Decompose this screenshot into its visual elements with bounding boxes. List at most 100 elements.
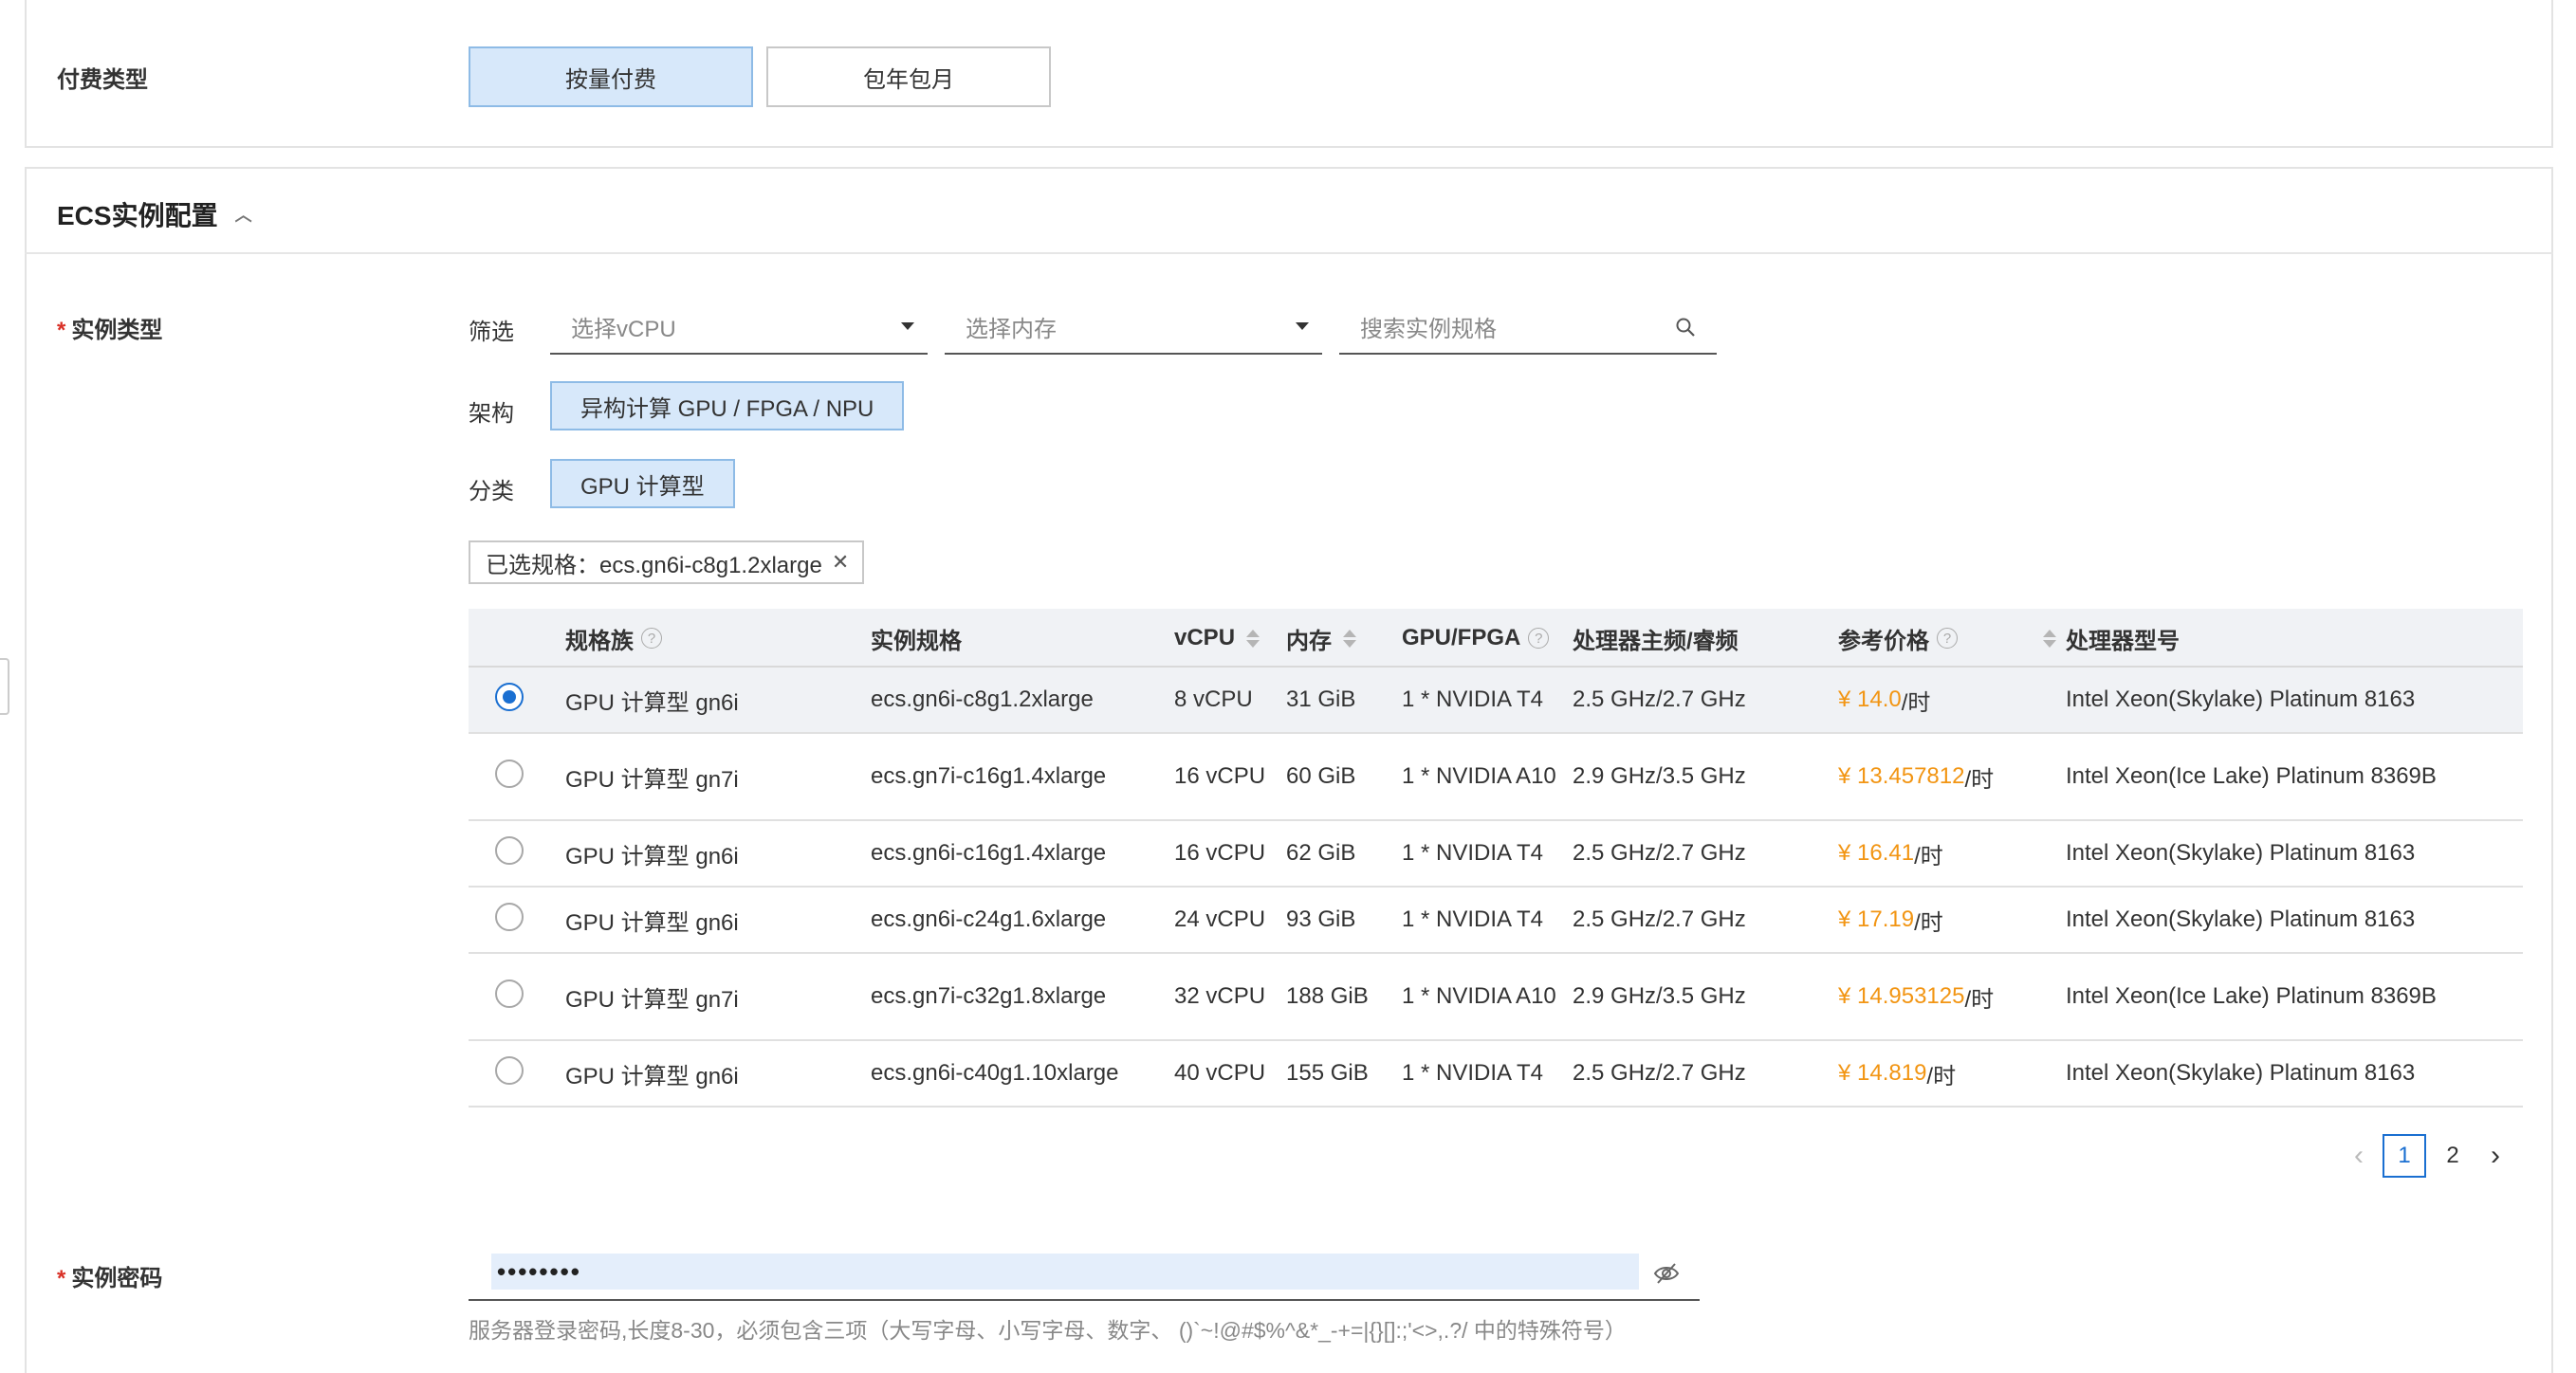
arch-label: 架构 xyxy=(469,401,514,427)
col-spec: 实例规格 xyxy=(871,628,962,654)
page-1-button[interactable]: 1 xyxy=(2383,1134,2426,1178)
col-family-label: 规格族 xyxy=(565,628,634,654)
cell-cpu-model: Intel Xeon(Skylake) Platinum 8163 xyxy=(2066,686,2416,712)
col-price[interactable]: 参考价格? xyxy=(1838,609,2056,668)
price-value: ¥ 17.19 xyxy=(1838,906,1915,932)
password-value[interactable]: •••••••• xyxy=(491,1254,1639,1290)
cell-family: GPU 计算型 gn6i xyxy=(565,909,739,936)
col-vcpu-label: vCPU xyxy=(1174,625,1236,650)
table-row[interactable]: GPU 计算型 gn6i ecs.gn6i-c40g1.10xlarge 40 vC… xyxy=(469,1041,2523,1108)
cell-price: ¥ 16.41/时 xyxy=(1838,821,1943,886)
payment-panel xyxy=(25,0,2553,148)
eye-off-icon[interactable] xyxy=(1652,1259,1681,1288)
help-icon[interactable]: ? xyxy=(1937,628,1958,649)
col-gpu: GPU/FPGA? xyxy=(1402,609,1550,668)
cell-cpu-model: Intel Xeon(Skylake) Platinum 8163 xyxy=(2066,906,2416,932)
category-label: 分类 xyxy=(469,479,514,504)
cell-price: ¥ 14.0/时 xyxy=(1838,668,1930,732)
instance-type-label: * 实例类型 xyxy=(57,311,162,344)
cell-freq: 2.5 GHz/2.7 GHz xyxy=(1573,686,1746,712)
cell-spec: ecs.gn6i-c40g1.10xlarge xyxy=(871,1060,1119,1086)
cell-vcpu: 8 vCPU xyxy=(1174,686,1253,712)
sort-icon[interactable] xyxy=(1343,629,1356,648)
required-mark: * xyxy=(57,318,66,343)
next-page-button[interactable]: › xyxy=(2479,1134,2512,1178)
col-vcpu[interactable]: vCPU xyxy=(1174,609,1260,668)
sort-icon[interactable] xyxy=(1246,629,1260,648)
arch-option-heterogeneous[interactable]: 异构计算 GPU / FPGA / NPU xyxy=(550,381,905,430)
cell-family: GPU 计算型 gn7i xyxy=(565,766,739,793)
cell-spec: ecs.gn7i-c32g1.8xlarge xyxy=(871,983,1107,1009)
ecs-section-header[interactable]: ECS实例配置 ︿ xyxy=(57,195,252,233)
price-unit: /时 xyxy=(1926,1063,1957,1089)
cell-vcpu: 16 vCPU xyxy=(1174,840,1266,866)
row-radio[interactable] xyxy=(495,836,524,865)
price-unit: /时 xyxy=(1964,766,1995,793)
required-mark: * xyxy=(57,1266,66,1291)
pay-as-you-go-button[interactable]: 按量付费 xyxy=(469,46,753,107)
cell-spec: ecs.gn6i-c24g1.6xlarge xyxy=(871,906,1107,932)
row-radio[interactable] xyxy=(495,979,524,1008)
page-2-button[interactable]: 2 xyxy=(2434,1134,2472,1178)
search-icon[interactable] xyxy=(1675,317,1696,338)
sort-icon[interactable] xyxy=(2043,629,2056,648)
cell-price: ¥ 14.953125/时 xyxy=(1838,954,1994,1039)
help-icon[interactable]: ? xyxy=(1528,628,1550,649)
cell-memory: 62 GiB xyxy=(1286,840,1356,866)
cell-gpu: 1 * NVIDIA T4 xyxy=(1402,840,1543,866)
cell-gpu: 1 * NVIDIA T4 xyxy=(1402,1060,1543,1086)
cell-freq: 2.9 GHz/3.5 GHz xyxy=(1573,983,1746,1009)
close-icon[interactable]: ✕ xyxy=(832,550,849,575)
table-row[interactable]: GPU 计算型 gn6i ecs.gn6i-c16g1.4xlarge 16 vCP… xyxy=(469,821,2523,888)
table-row[interactable]: GPU 计算型 gn7i ecs.gn7i-c16g1.4xlarge 16 vCP… xyxy=(469,734,2523,821)
memory-select-placeholder: 选择内存 xyxy=(966,316,1057,342)
vcpu-select[interactable]: 选择vCPU xyxy=(550,300,928,355)
cell-memory: 155 GiB xyxy=(1286,1060,1369,1086)
cell-memory: 31 GiB xyxy=(1286,686,1356,712)
cell-freq: 2.5 GHz/2.7 GHz xyxy=(1573,906,1746,932)
spec-search-input[interactable]: 搜索实例规格 xyxy=(1339,300,1717,355)
row-radio[interactable] xyxy=(495,1056,524,1085)
table-row[interactable]: GPU 计算型 gn6i ecs.gn6i-c24g1.6xlarge 24 vCP… xyxy=(469,888,2523,954)
help-icon[interactable]: ? xyxy=(641,628,662,649)
subscription-button[interactable]: 包年包月 xyxy=(766,46,1051,107)
chevron-up-icon[interactable]: ︿ xyxy=(235,202,252,227)
cell-spec: ecs.gn6i-c8g1.2xlarge xyxy=(871,686,1094,712)
price-unit: /时 xyxy=(1914,909,1943,936)
password-hint: 服务器登录密码,长度8-30，必须包含三项（大写字母、小写字母、数字、 ()`~… xyxy=(469,1318,1627,1343)
payment-type-label: 付费类型 xyxy=(57,67,148,93)
side-handle[interactable] xyxy=(0,658,9,715)
cell-gpu: 1 * NVIDIA T4 xyxy=(1402,906,1543,932)
cell-price: ¥ 14.819/时 xyxy=(1838,1041,1956,1106)
memory-select[interactable]: 选择内存 xyxy=(945,300,1322,355)
prev-page-button[interactable]: ‹ xyxy=(2343,1134,2375,1178)
row-radio[interactable] xyxy=(495,760,524,788)
cell-spec: ecs.gn7i-c16g1.4xlarge xyxy=(871,763,1107,789)
col-family: 规格族? xyxy=(565,609,662,668)
table-row[interactable]: GPU 计算型 gn6i ecs.gn6i-c8g1.2xlarge 8 vCPU 3… xyxy=(469,668,2523,734)
cell-memory: 188 GiB xyxy=(1286,983,1369,1009)
price-value: ¥ 13.457812 xyxy=(1838,763,1965,789)
instance-type-text: 实例类型 xyxy=(71,318,163,343)
spec-search-placeholder: 搜索实例规格 xyxy=(1360,316,1497,342)
cell-spec: ecs.gn6i-c16g1.4xlarge xyxy=(871,840,1107,866)
cell-gpu: 1 * NVIDIA T4 xyxy=(1402,686,1543,712)
table-row[interactable]: GPU 计算型 gn7i ecs.gn7i-c32g1.8xlarge 32 vCP… xyxy=(469,954,2523,1041)
cell-family: GPU 计算型 gn6i xyxy=(565,689,739,716)
price-value: ¥ 14.0 xyxy=(1838,686,1902,712)
category-option-gpu-compute[interactable]: GPU 计算型 xyxy=(550,459,735,508)
password-input[interactable]: •••••••• xyxy=(469,1248,1700,1301)
row-radio[interactable] xyxy=(495,903,524,931)
vcpu-select-placeholder: 选择vCPU xyxy=(571,316,676,342)
price-value: ¥ 14.819 xyxy=(1838,1060,1927,1086)
section-title: ECS实例配置 xyxy=(57,201,218,230)
selected-spec-text: 已选规格：ecs.gn6i-c8g1.2xlarge xyxy=(486,552,822,578)
price-unit: /时 xyxy=(1901,689,1931,716)
cell-gpu: 1 * NVIDIA A10 xyxy=(1402,983,1556,1009)
price-unit: /时 xyxy=(1964,986,1995,1013)
col-memory-label: 内存 xyxy=(1286,628,1332,654)
row-radio[interactable] xyxy=(495,683,524,711)
col-memory[interactable]: 内存 xyxy=(1286,609,1356,668)
cell-family: GPU 计算型 gn6i xyxy=(565,843,739,870)
cell-memory: 93 GiB xyxy=(1286,906,1356,932)
